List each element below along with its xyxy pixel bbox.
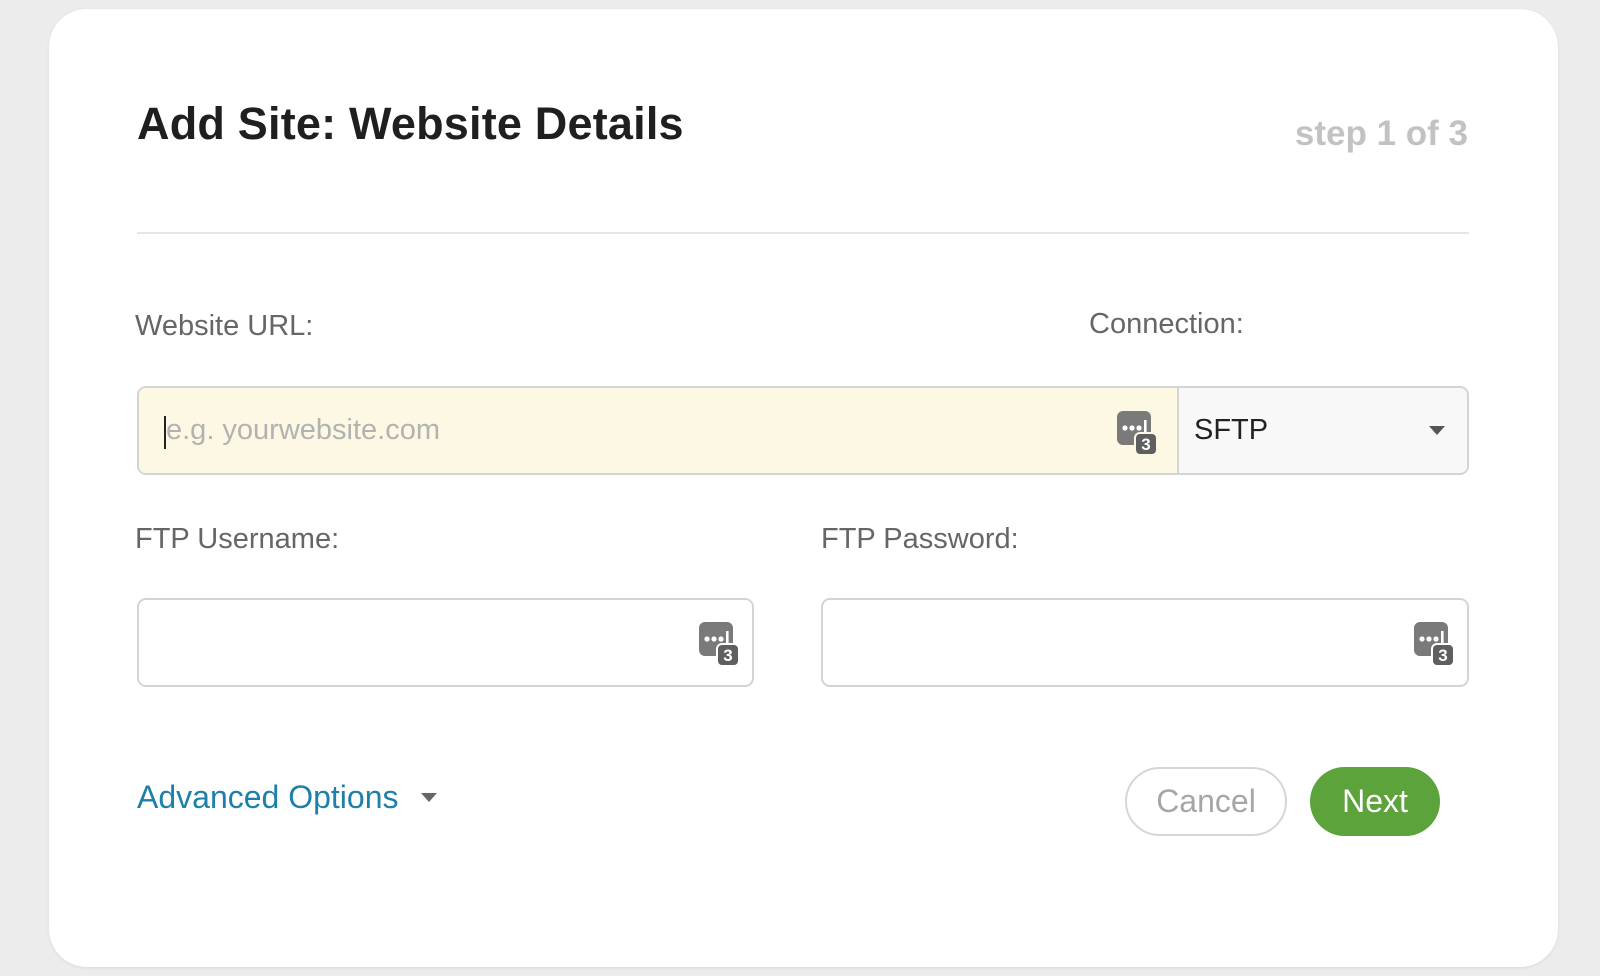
svg-text:3: 3	[1141, 435, 1150, 454]
connection-select-value: SFTP	[1194, 414, 1269, 446]
ftp-username-input[interactable]	[139, 600, 752, 685]
website-url-field-wrap: 3	[139, 388, 1177, 473]
ftp-username-label: FTP Username:	[135, 523, 340, 555]
ftp-password-label: FTP Password:	[821, 523, 1019, 555]
header-divider	[137, 232, 1469, 234]
next-button[interactable]: Next	[1310, 767, 1440, 836]
page-title: Add Site: Website Details	[137, 98, 684, 149]
ftp-password-field: 3	[821, 598, 1469, 687]
advanced-options-toggle[interactable]: Advanced Options	[137, 781, 437, 813]
advanced-options-label: Advanced Options	[137, 779, 399, 815]
chevron-down-icon	[420, 792, 437, 802]
password-manager-icon[interactable]: 3	[1117, 411, 1157, 455]
ftp-password-input[interactable]	[823, 600, 1467, 685]
website-url-input[interactable]	[139, 388, 1177, 473]
chevron-down-icon	[1429, 426, 1445, 435]
svg-text:3: 3	[1438, 646, 1447, 665]
website-url-label: Website URL:	[135, 310, 314, 342]
step-indicator: step 1 of 3	[1294, 114, 1468, 153]
text-cursor	[164, 416, 166, 449]
website-url-group: 3 SFTP	[137, 386, 1469, 475]
ftp-username-field: 3	[137, 598, 754, 687]
password-manager-icon[interactable]: 3	[699, 622, 739, 666]
add-site-dialog: Add Site: Website Details step 1 of 3 We…	[49, 9, 1558, 967]
connection-label: Connection:	[1089, 308, 1244, 340]
cancel-button[interactable]: Cancel	[1125, 767, 1287, 836]
connection-select[interactable]: SFTP	[1177, 388, 1467, 473]
svg-text:3: 3	[723, 646, 732, 665]
password-manager-icon[interactable]: 3	[1414, 622, 1454, 666]
